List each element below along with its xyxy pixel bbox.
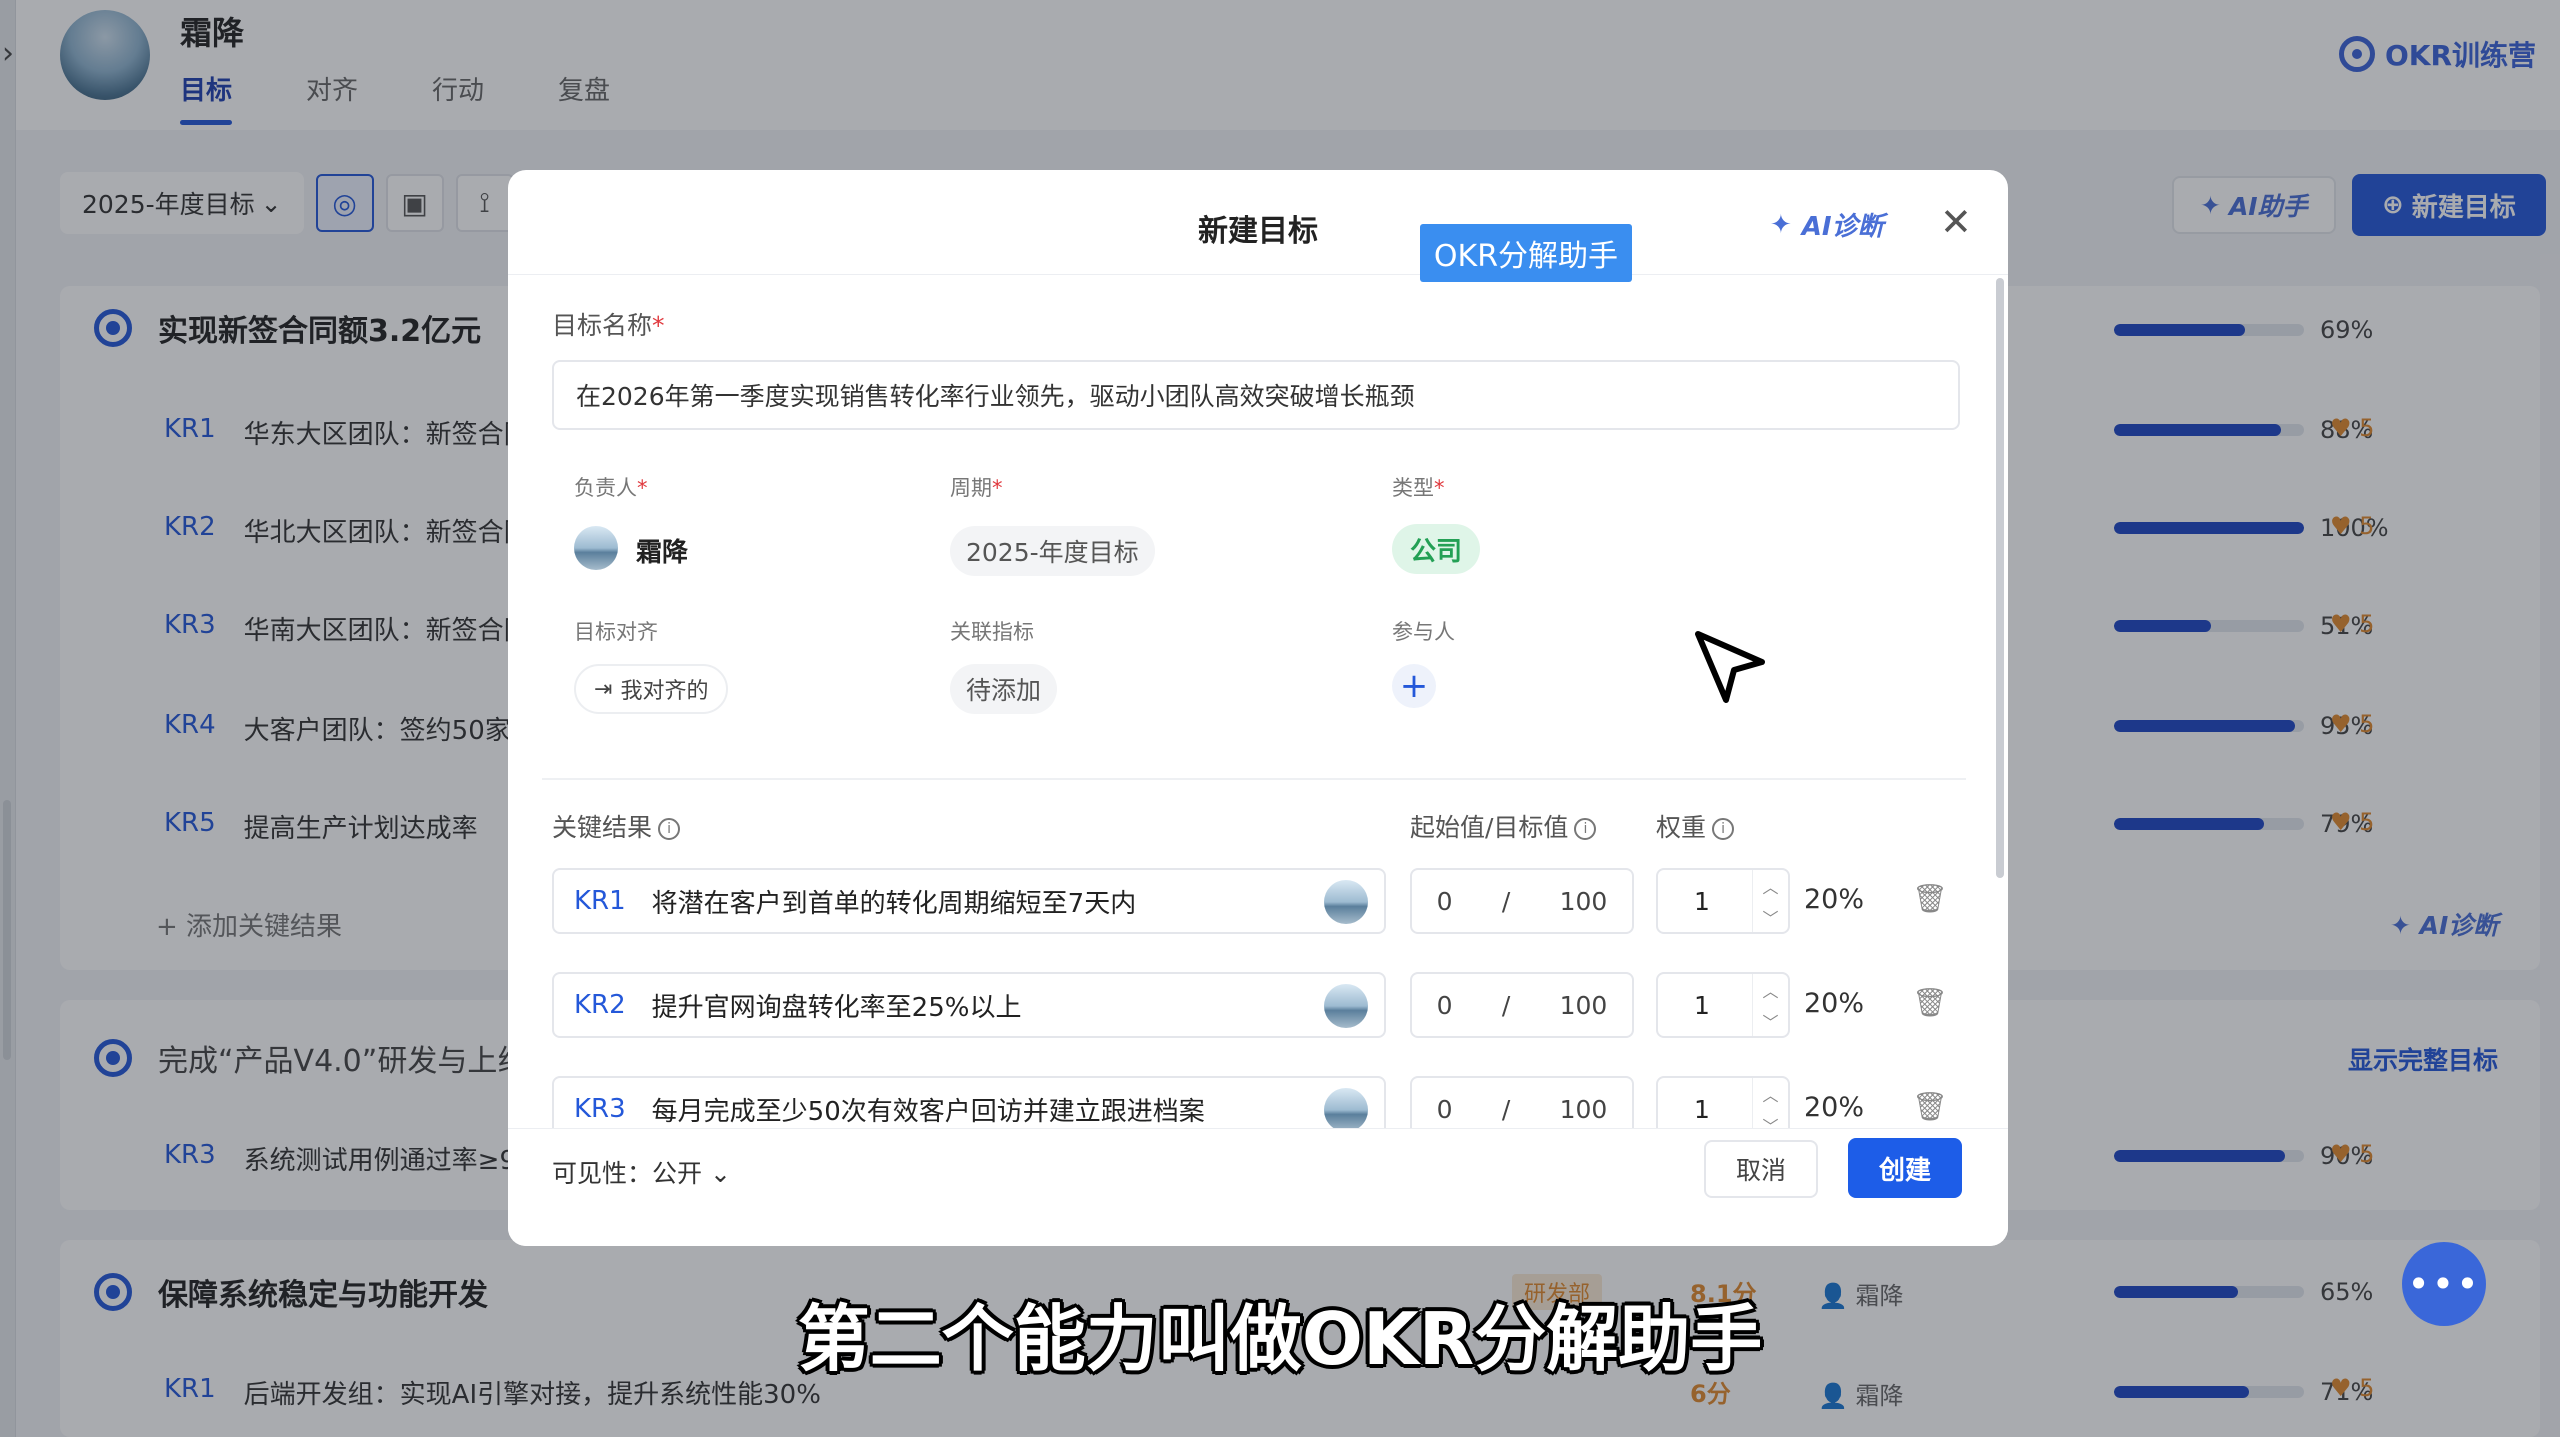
align-icon: ⇥ <box>594 676 613 702</box>
weight-percent: 20% <box>1804 884 1865 915</box>
mouse-cursor-icon <box>1695 631 1765 703</box>
divider <box>542 778 1966 780</box>
kr-tag: KR3 <box>574 1094 626 1124</box>
kr-input[interactable]: KR2 提升官网询盘转化率至25%以上 <box>552 972 1386 1038</box>
info-icon[interactable]: i <box>1712 818 1735 840</box>
chevron-up-icon[interactable]: ︿ <box>1762 874 1778 898</box>
goal-name-label: 目标名称* <box>552 311 665 340</box>
align-value: 我对齐的 <box>620 679 709 704</box>
info-icon[interactable]: i <box>1574 818 1597 840</box>
avatar[interactable] <box>1324 1088 1368 1132</box>
trash-icon[interactable]: 🗑 <box>1912 882 1948 915</box>
kr-tag: KR1 <box>574 886 626 916</box>
kr-text: 将潜在客户到首单的转化周期缩短至7天内 <box>651 888 1137 919</box>
divider <box>508 274 2008 275</box>
ai-diagnose-label: AI诊断 <box>1801 212 1884 242</box>
start-value[interactable]: 0 <box>1437 887 1453 916</box>
new-goal-dialog: 新建目标 ✦ AI诊断 ✕ 目标名称* 在2026年第一季度实现销售转化率行业领… <box>508 170 2008 1246</box>
visibility-value: 可见性：公开 <box>552 1159 703 1188</box>
add-participant-button[interactable]: + <box>1392 664 1436 708</box>
ai-diagnose-button[interactable]: ✦ AI诊断 <box>1770 206 1884 243</box>
visibility-select[interactable]: 可见性：公开 ⌄ <box>552 1154 731 1190</box>
kr-values-input[interactable]: 0/100 <box>1410 868 1634 934</box>
create-button[interactable]: 创建 <box>1848 1138 1962 1198</box>
trash-icon[interactable]: 🗑 <box>1912 1090 1948 1123</box>
trash-icon[interactable]: 🗑 <box>1912 986 1948 1019</box>
avatar[interactable] <box>1324 880 1368 924</box>
chevron-down-icon: ⌄ <box>709 1159 731 1188</box>
owner-label: 负责人* <box>574 476 648 500</box>
weight-stepper[interactable]: 1 ︿ ﹀ <box>1656 972 1790 1038</box>
align-label: 目标对齐 <box>574 620 658 644</box>
kr-header: 关键结果 i <box>552 808 681 844</box>
okr-decompose-tag: OKR分解助手 <box>1420 224 1632 282</box>
chevron-down-icon[interactable]: ﹀ <box>1762 905 1778 929</box>
kr-text: 提升官网询盘转化率至25%以上 <box>651 992 1022 1023</box>
close-icon[interactable]: ✕ <box>1940 200 1972 244</box>
target-value[interactable]: 100 <box>1560 887 1608 916</box>
chevron-up-icon[interactable]: ︿ <box>1762 1082 1778 1106</box>
participants-label: 参与人 <box>1392 620 1455 644</box>
weight-percent: 20% <box>1804 1092 1865 1123</box>
goal-name-value: 在2026年第一季度实现销售转化率行业领先，驱动小团队高效突破增长瓶颈 <box>576 382 1415 411</box>
chevron-down-icon[interactable]: ﹀ <box>1762 1009 1778 1033</box>
info-icon[interactable]: i <box>658 818 681 840</box>
avatar[interactable] <box>1324 984 1368 1028</box>
video-caption: 第二个能力叫做OKR分解助手 <box>797 1297 1763 1381</box>
weight-header: 权重 i <box>1656 808 1735 844</box>
target-value[interactable]: 100 <box>1560 1095 1608 1124</box>
owner-name: 霜降 <box>636 538 689 568</box>
weight-value: 1 <box>1694 886 1710 916</box>
kr-tag: KR2 <box>574 990 626 1020</box>
kr-values-input[interactable]: 0/100 <box>1410 972 1634 1038</box>
metric-label: 关联指标 <box>950 620 1034 644</box>
align-button[interactable]: ⇥ 我对齐的 <box>574 664 729 714</box>
kr-text: 每月完成至少50次有效客户回访并建立跟进档案 <box>651 1096 1205 1127</box>
kr-input[interactable]: KR1 将潜在客户到首单的转化周期缩短至7天内 <box>552 868 1386 934</box>
weight-value: 1 <box>1694 1094 1710 1124</box>
values-header: 起始值/目标值 i <box>1410 808 1597 844</box>
start-value[interactable]: 0 <box>1437 991 1453 1020</box>
metric-select[interactable]: 待添加 <box>950 664 1058 714</box>
scrollbar[interactable] <box>1996 278 2004 878</box>
goal-name-input[interactable]: 在2026年第一季度实现销售转化率行业领先，驱动小团队高效突破增长瓶颈 <box>552 360 1960 430</box>
sparkle-icon: ✦ <box>1770 209 1792 240</box>
weight-stepper[interactable]: 1 ︿ ﹀ <box>1656 868 1790 934</box>
chevron-up-icon[interactable]: ︿ <box>1762 978 1778 1002</box>
weight-percent: 20% <box>1804 988 1865 1019</box>
weight-value: 1 <box>1694 990 1710 1020</box>
type-label: 类型* <box>1392 476 1445 500</box>
period-label: 周期* <box>950 476 1003 500</box>
avatar[interactable] <box>574 526 618 570</box>
target-value[interactable]: 100 <box>1560 991 1608 1020</box>
type-select[interactable]: 公司 <box>1392 524 1481 574</box>
cancel-button[interactable]: 取消 <box>1704 1140 1818 1198</box>
period-select[interactable]: 2025-年度目标 <box>950 526 1155 576</box>
start-value[interactable]: 0 <box>1437 1095 1453 1124</box>
